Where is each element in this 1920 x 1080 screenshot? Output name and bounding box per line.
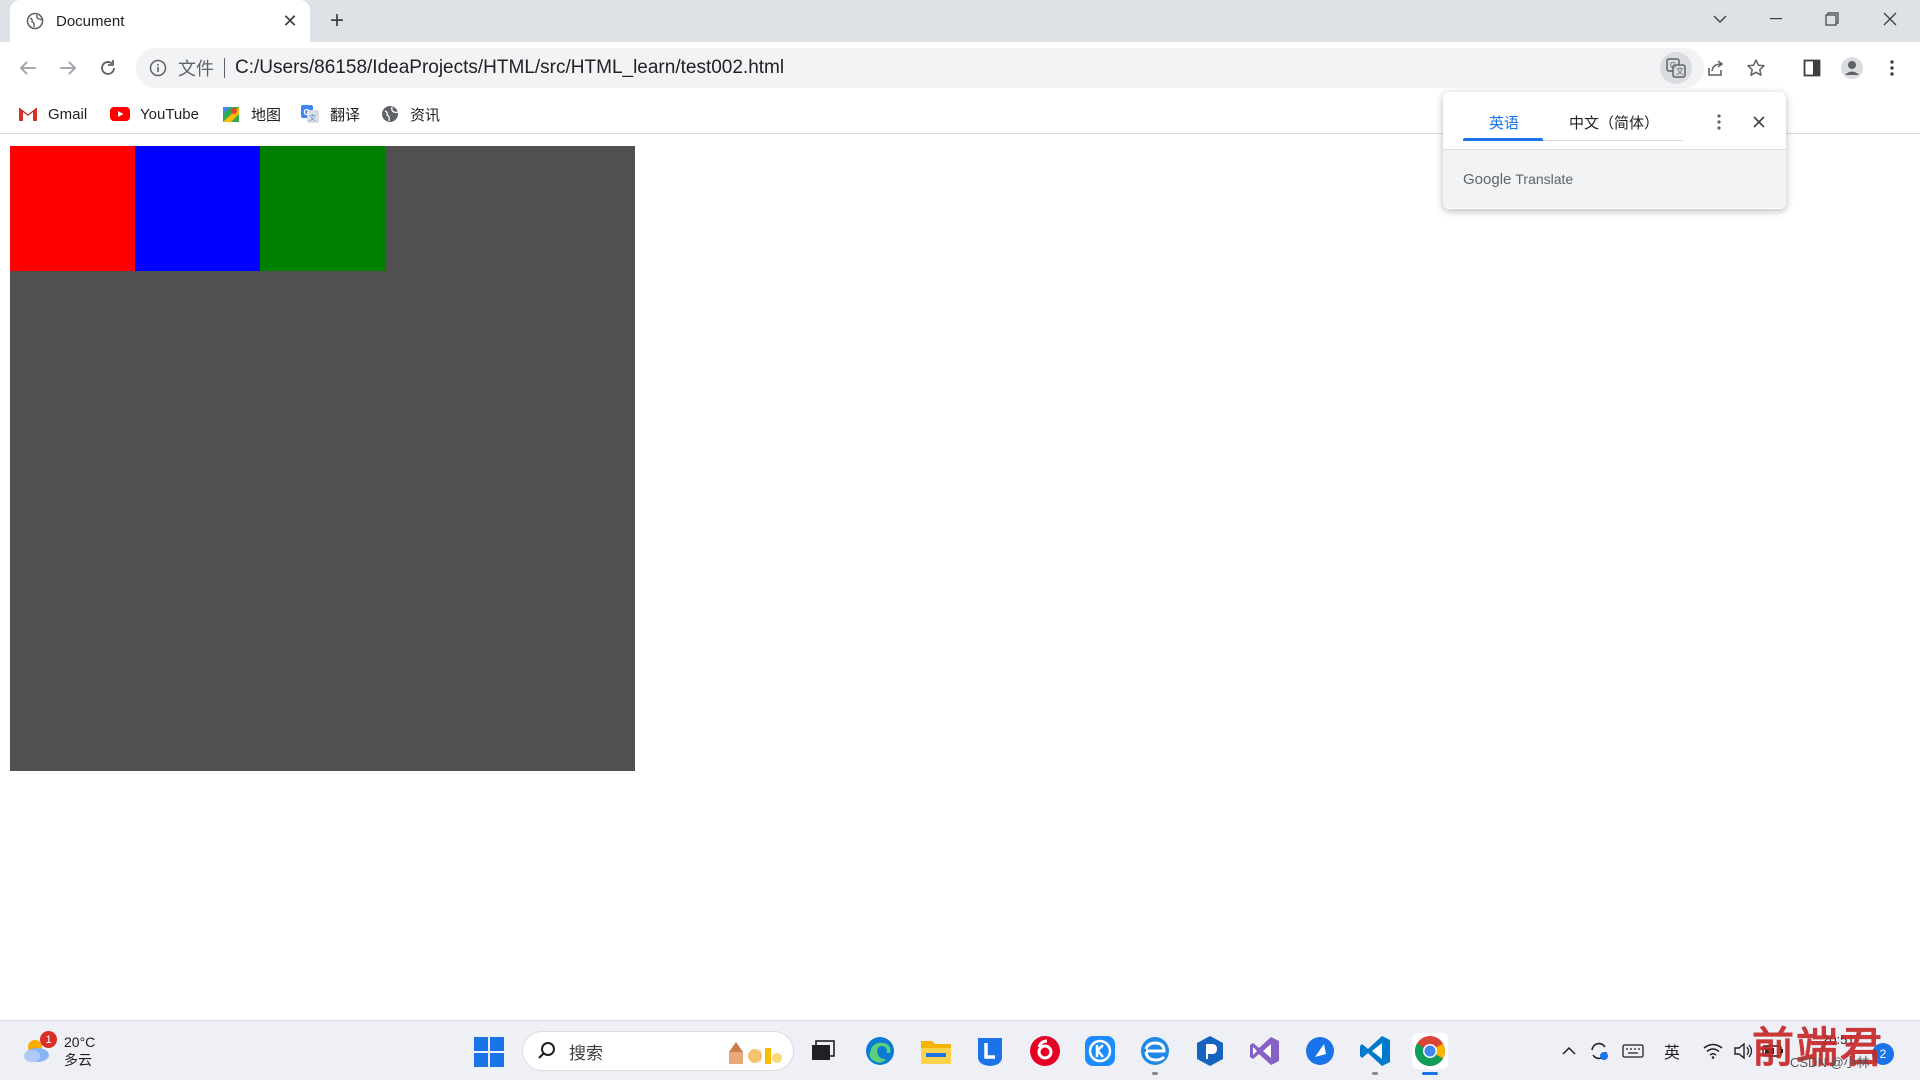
tab-title: Document [56,12,125,30]
bookmark-label: 翻译 [330,106,361,124]
page-viewport [0,135,1920,1020]
forward-button[interactable] [52,52,84,84]
menu-kebab-icon[interactable] [1876,52,1908,84]
translate-page-icon[interactable]: G文 [1660,52,1692,84]
translate-icon: G文 [300,104,320,124]
search-icon [538,1042,555,1059]
svg-text:文: 文 [309,113,316,122]
translate-options-icon[interactable] [1707,110,1731,134]
address-bar[interactable]: 文件 C:/Users/86158/IdeaProjects/HTML/src/… [136,48,1765,88]
profile-avatar-icon[interactable] [1836,52,1868,84]
blue-box [135,146,260,271]
windows-start-button[interactable] [474,1037,504,1067]
running-indicator [1152,1072,1158,1075]
weather-widget[interactable]: 1 20°C 多云 [20,1029,95,1073]
bookmark-label: Gmail [48,105,88,123]
restore-button[interactable] [1804,0,1860,38]
ie-edge-icon[interactable] [1137,1033,1173,1075]
bookmark-label: 资讯 [410,106,441,124]
share-icon[interactable] [1700,52,1732,84]
watermark-caption: CSDN @小林 [1790,1055,1870,1070]
translate-branding: Google Translate [1443,150,1786,208]
search-highlight-art-icon [729,1042,782,1064]
chrome-icon[interactable] [1412,1033,1448,1075]
bookmark-label: YouTube [140,105,199,123]
wifi-icon[interactable] [1700,1039,1726,1063]
bookmark-maps[interactable]: 地图 [221,102,281,126]
info-icon[interactable] [148,58,168,78]
active-tab-indicator [1463,138,1543,141]
toolbar: 文件 C:/Users/86158/IdeaProjects/HTML/src/… [0,42,1920,94]
close-tab-icon[interactable]: ✕ [276,7,304,35]
weather-temp: 20°C [64,1034,96,1050]
bookmark-youtube[interactable]: YouTube [110,102,199,126]
green-box [260,146,385,271]
task-view-icon[interactable] [805,1033,841,1069]
tab-strip: Document ✕ + [0,0,1920,42]
running-indicator [1372,1072,1378,1075]
app-arrow-icon[interactable] [1302,1033,1338,1069]
close-window-button[interactable] [1862,0,1918,38]
scheme-label: 文件 [178,59,214,79]
translate-popup-header: 英语 中文（简体） [1443,92,1786,150]
cloudy-weather-icon: 1 [20,1031,60,1071]
weather-condition: 多云 [64,1052,92,1068]
search-label: 搜索 [569,1043,603,1063]
outer-gray-box [10,146,635,771]
visual-studio-icon[interactable] [1247,1033,1283,1069]
bookmark-translate[interactable]: G文 翻译 [300,102,360,126]
globe-icon [380,104,400,124]
bookmark-gmail[interactable]: Gmail [18,102,87,126]
url-text[interactable]: C:/Users/86158/IdeaProjects/HTML/src/HTM… [235,57,784,79]
bookmark-news[interactable]: 资讯 [380,102,440,126]
vscode-icon[interactable] [1357,1033,1393,1075]
tab-document[interactable]: Document ✕ [10,0,310,42]
app-p-icon[interactable] [1192,1033,1228,1069]
back-button[interactable] [12,52,44,84]
side-panel-icon[interactable] [1796,52,1828,84]
minimize-button[interactable] [1748,0,1804,38]
reload-button[interactable] [92,52,124,84]
taskbar-search-box[interactable]: 搜索 [522,1031,794,1071]
taskbar: 1 20°C 多云 搜索 英 20:51 2 [0,1020,1920,1080]
globe-icon [26,12,44,30]
gmail-icon [18,104,38,124]
tab-search-icon[interactable] [1692,0,1748,38]
new-tab-button[interactable]: + [322,6,352,36]
edge-browser-icon[interactable] [862,1033,898,1069]
show-hidden-icons-chevron-icon[interactable] [1558,1039,1580,1063]
keyboard-icon[interactable] [1620,1039,1646,1063]
bookmark-star-icon[interactable] [1740,52,1772,84]
weather-text: 20°C 多云 [64,1033,95,1069]
translate-brand-text: Translate [1515,171,1574,187]
youtube-icon [110,104,130,124]
netease-music-icon[interactable] [1027,1033,1063,1069]
google-logo-text: Google [1463,170,1512,188]
weather-badge: 1 [40,1031,57,1048]
translate-popup: 英语 中文（简体） Google Translate [1443,92,1786,209]
svg-text:文: 文 [1676,66,1684,76]
tab-target-language[interactable]: 中文（简体） [1569,112,1659,133]
maps-icon [221,104,241,124]
kugou-music-icon[interactable] [1082,1033,1118,1069]
app-l-icon[interactable] [972,1033,1008,1069]
bookmark-label: 地图 [251,106,282,124]
tab-source-language[interactable]: 英语 [1489,112,1519,133]
scheme-divider [224,58,225,78]
sync-icon[interactable] [1586,1039,1612,1063]
file-explorer-icon[interactable] [918,1033,954,1069]
active-indicator [1422,1072,1438,1075]
tab-divider-line [1543,140,1683,141]
translate-close-icon[interactable] [1747,110,1771,134]
input-method-indicator[interactable]: 英 [1660,1039,1684,1063]
red-box [10,146,135,271]
